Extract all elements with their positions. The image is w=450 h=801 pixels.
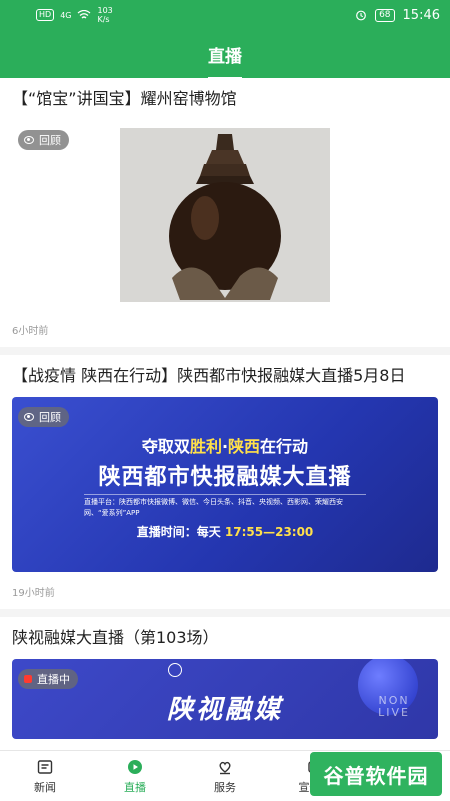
replay-badge: 回顾: [18, 407, 69, 427]
watermark-logo: 谷普软件园: [310, 752, 442, 796]
speed-unit: K/s: [97, 15, 110, 24]
card-thumbnail[interactable]: NON LIVE 陕视融媒 直播中: [12, 659, 438, 739]
news-icon: [37, 759, 53, 774]
slogan-accent: 胜利: [189, 437, 222, 456]
wifi-icon: [78, 10, 91, 19]
card-title[interactable]: 陕视融媒大直播（第103场）: [12, 625, 438, 651]
tab-label: 直播: [124, 780, 146, 794]
poster-divider: [84, 494, 366, 495]
network-type: 4G: [60, 10, 72, 20]
live-feed[interactable]: 【“馆宝”讲国宝】耀州窑博物馆 回顾 6小时前 【战疫情 陕西在行动】陕西都市快…: [0, 78, 450, 750]
badge-label: 回顾: [39, 134, 61, 147]
badge-label: 回顾: [39, 411, 61, 424]
tab-service[interactable]: 服务: [180, 751, 270, 801]
card-title[interactable]: 【战疫情 陕西在行动】陕西都市快报融媒大直播5月8日: [12, 363, 438, 389]
slogan-part: 夺取双: [141, 437, 190, 456]
badge-label: 直播中: [37, 673, 70, 686]
live-card[interactable]: 【“馆宝”讲国宝】耀州窑博物馆 回顾 6小时前: [0, 78, 450, 355]
page-title[interactable]: 直播: [208, 42, 242, 80]
play-icon: [24, 413, 34, 421]
tab-news[interactable]: 新闻: [0, 751, 90, 801]
slogan-accent: 陕西: [228, 437, 261, 456]
poster-headline: 陕西都市快报融媒大直播: [98, 465, 352, 490]
hd-indicator: HD: [36, 9, 55, 21]
schedule-label: 直播时间：每天: [136, 525, 225, 539]
poster-slogan: 夺取双胜利·陕西在行动: [12, 433, 438, 457]
live-badge: 直播中: [18, 669, 78, 689]
tab-live[interactable]: 直播: [90, 751, 180, 801]
play-icon: [24, 136, 34, 144]
tab-label: 新闻: [34, 780, 56, 794]
card-timestamp: 19小时前: [12, 588, 55, 599]
alarm-icon: [356, 10, 366, 21]
card-title[interactable]: 【“馆宝”讲国宝】耀州窑博物馆: [12, 86, 438, 112]
tab-label: 服务: [214, 780, 236, 794]
poster-platforms: 直播平台：陕西都市快报微博、微信、今日头条、抖音、央视频、西影网、荣耀西安网、“…: [84, 498, 343, 517]
live-card[interactable]: 陕视融媒大直播（第103场） NON LIVE 陕视融媒 直播中: [0, 617, 450, 739]
status-bar: HD 4G 103 K/s 68 15:46: [0, 0, 450, 30]
card-timestamp: 6小时前: [12, 326, 49, 337]
schedule-time: 17:55—23:00: [224, 525, 314, 539]
header: 直播: [0, 30, 450, 80]
live-dot-icon: [24, 675, 32, 683]
live-card[interactable]: 【战疫情 陕西在行动】陕西都市快报融媒大直播5月8日 夺取双胜利·陕西在行动 陕…: [0, 355, 450, 617]
card-thumbnail[interactable]: 夺取双胜利·陕西在行动 陕西都市快报融媒大直播 直播平台：陕西都市快报微博、微信…: [12, 397, 438, 572]
network-speed: 103 K/s: [97, 6, 112, 24]
battery-indicator: 68: [375, 8, 395, 22]
card-thumbnail[interactable]: 回顾: [12, 120, 438, 310]
vase-photo: [120, 128, 330, 302]
poster-schedule: 直播时间：每天 17:55—23:00: [12, 523, 438, 540]
service-icon: [219, 761, 231, 774]
decorative-ring: [168, 663, 182, 677]
slogan-part: 在行动: [260, 437, 309, 456]
watermark-text: 谷普软件园: [323, 763, 429, 788]
clock: 15:46: [402, 7, 440, 23]
replay-badge: 回顾: [18, 130, 69, 150]
poster-headline: 陕视融媒: [166, 695, 283, 725]
vase-image: [120, 128, 330, 302]
live-icon: [128, 759, 142, 774]
speed-value: 103: [97, 6, 113, 15]
